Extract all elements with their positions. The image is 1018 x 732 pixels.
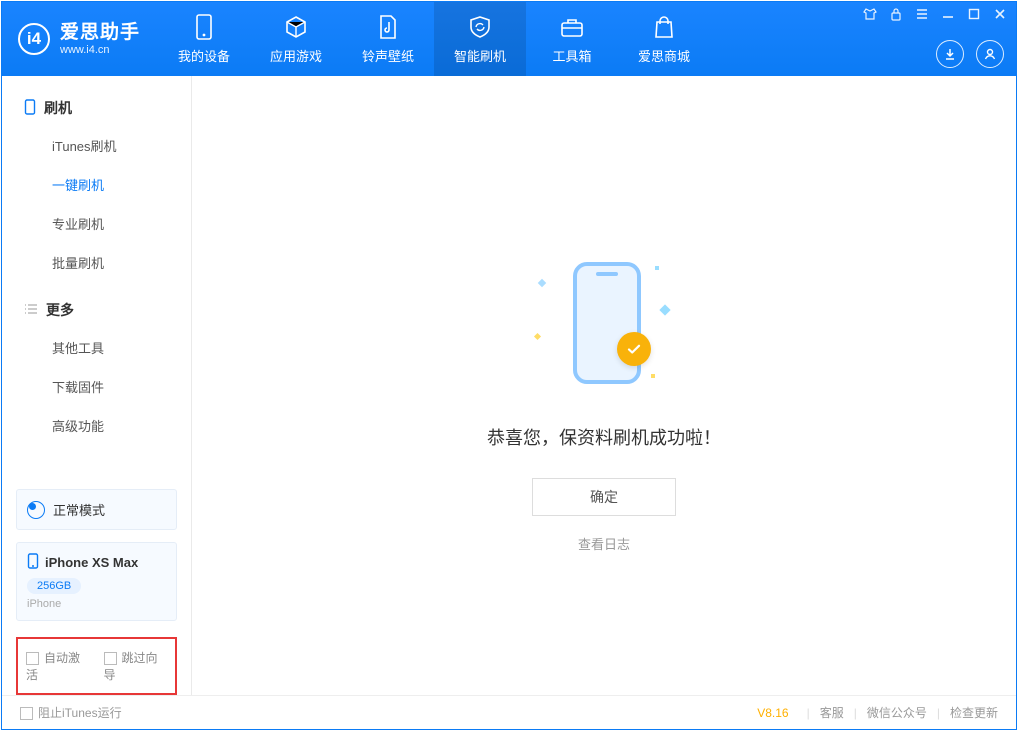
logo: i4 爱思助手 www.i4.cn: [2, 2, 158, 76]
logo-text: 爱思助手 www.i4.cn: [60, 22, 140, 56]
sidebar-item-one-click-flash[interactable]: 一键刷机: [2, 165, 191, 204]
nav-label: 铃声壁纸: [362, 46, 414, 65]
shield-refresh-icon: [467, 14, 493, 40]
sidebar-item-advanced[interactable]: 高级功能: [2, 406, 191, 445]
toolbox-icon: [559, 14, 585, 40]
sidebar-group-title: 刷机: [44, 98, 72, 118]
app-name-cn: 爱思助手: [60, 22, 140, 44]
sidebar-item-pro-flash[interactable]: 专业刷机: [2, 204, 191, 243]
success-check-icon: [617, 332, 651, 366]
success-illustration: [529, 256, 679, 396]
block-itunes-checkbox[interactable]: 阻止iTunes运行: [20, 704, 122, 721]
mode-indicator-icon: [27, 501, 45, 519]
nav-toolbox[interactable]: 工具箱: [526, 2, 618, 76]
view-log-link[interactable]: 查看日志: [578, 534, 630, 553]
device-phone-icon: [27, 553, 39, 572]
device-storage-badge: 256GB: [27, 578, 81, 594]
music-file-icon: [375, 14, 401, 40]
nav-smart-flash[interactable]: 智能刷机: [434, 2, 526, 76]
footer-link-wechat[interactable]: 微信公众号: [867, 704, 927, 721]
sidebar: 刷机 iTunes刷机 一键刷机 专业刷机 批量刷机 更多 其他工具 下载固件 …: [2, 76, 192, 695]
sidebar-item-download-firmware[interactable]: 下载固件: [2, 367, 191, 406]
version-label: V8.16: [757, 706, 788, 720]
ok-button[interactable]: 确定: [532, 478, 676, 516]
sidebar-item-itunes-flash[interactable]: iTunes刷机: [2, 126, 191, 165]
skip-guide-checkbox[interactable]: 跳过向导: [104, 649, 168, 683]
nav-ringtone-wallpaper[interactable]: 铃声壁纸: [342, 2, 434, 76]
device-icon: [191, 14, 217, 40]
app-name-en: www.i4.cn: [60, 44, 140, 57]
close-icon[interactable]: [992, 6, 1008, 22]
footer: 阻止iTunes运行 V8.16 | 客服 | 微信公众号 | 检查更新: [2, 695, 1016, 729]
maximize-icon[interactable]: [966, 6, 982, 22]
download-button[interactable]: [936, 40, 964, 68]
device-name: iPhone XS Max: [45, 555, 138, 570]
nav-label: 智能刷机: [454, 46, 506, 65]
list-icon: [24, 302, 38, 318]
user-button[interactable]: [976, 40, 1004, 68]
minimize-icon[interactable]: [940, 6, 956, 22]
success-title: 恭喜您，保资料刷机成功啦！: [487, 424, 721, 450]
nav-my-device[interactable]: 我的设备: [158, 2, 250, 76]
app-window: i4 爱思助手 www.i4.cn 我的设备 应用游戏 铃声壁纸 智能刷机: [1, 1, 1017, 730]
sidebar-item-other-tools[interactable]: 其他工具: [2, 328, 191, 367]
footer-link-update[interactable]: 检查更新: [950, 704, 998, 721]
success-panel: 恭喜您，保资料刷机成功啦！ 确定 查看日志: [192, 256, 1016, 553]
device-subtype: iPhone: [27, 598, 166, 610]
device-mode-box[interactable]: 正常模式: [16, 489, 177, 530]
nav: 我的设备 应用游戏 铃声壁纸 智能刷机 工具箱 爱思商城: [158, 2, 710, 76]
shirt-icon[interactable]: [862, 6, 878, 22]
phone-small-icon: [24, 99, 36, 118]
sidebar-group-flash: 刷机: [2, 90, 191, 126]
header: i4 爱思助手 www.i4.cn 我的设备 应用游戏 铃声壁纸 智能刷机: [2, 2, 1016, 76]
auto-activate-checkbox[interactable]: 自动激活: [26, 649, 90, 683]
device-info-box[interactable]: iPhone XS Max 256GB iPhone: [16, 542, 177, 621]
footer-link-support[interactable]: 客服: [820, 704, 844, 721]
body: 刷机 iTunes刷机 一键刷机 专业刷机 批量刷机 更多 其他工具 下载固件 …: [2, 76, 1016, 695]
menu-icon[interactable]: [914, 6, 930, 22]
nav-store[interactable]: 爱思商城: [618, 2, 710, 76]
nav-label: 爱思商城: [638, 46, 690, 65]
nav-label: 我的设备: [178, 46, 230, 65]
sidebar-group-title: 更多: [46, 300, 74, 320]
main-content: 恭喜您，保资料刷机成功啦！ 确定 查看日志: [192, 76, 1016, 695]
cube-icon: [283, 14, 309, 40]
nav-label: 工具箱: [553, 46, 592, 65]
device-mode-label: 正常模式: [53, 500, 105, 519]
bag-icon: [651, 14, 677, 40]
sidebar-group-more: 更多: [2, 292, 191, 328]
nav-label: 应用游戏: [270, 46, 322, 65]
options-highlight-box: 自动激活 跳过向导: [16, 637, 177, 695]
logo-icon: i4: [18, 23, 50, 55]
sidebar-item-batch-flash[interactable]: 批量刷机: [2, 243, 191, 282]
window-controls: [862, 6, 1008, 22]
lock-icon[interactable]: [888, 6, 904, 22]
nav-apps-games[interactable]: 应用游戏: [250, 2, 342, 76]
header-right-buttons: [936, 40, 1004, 68]
